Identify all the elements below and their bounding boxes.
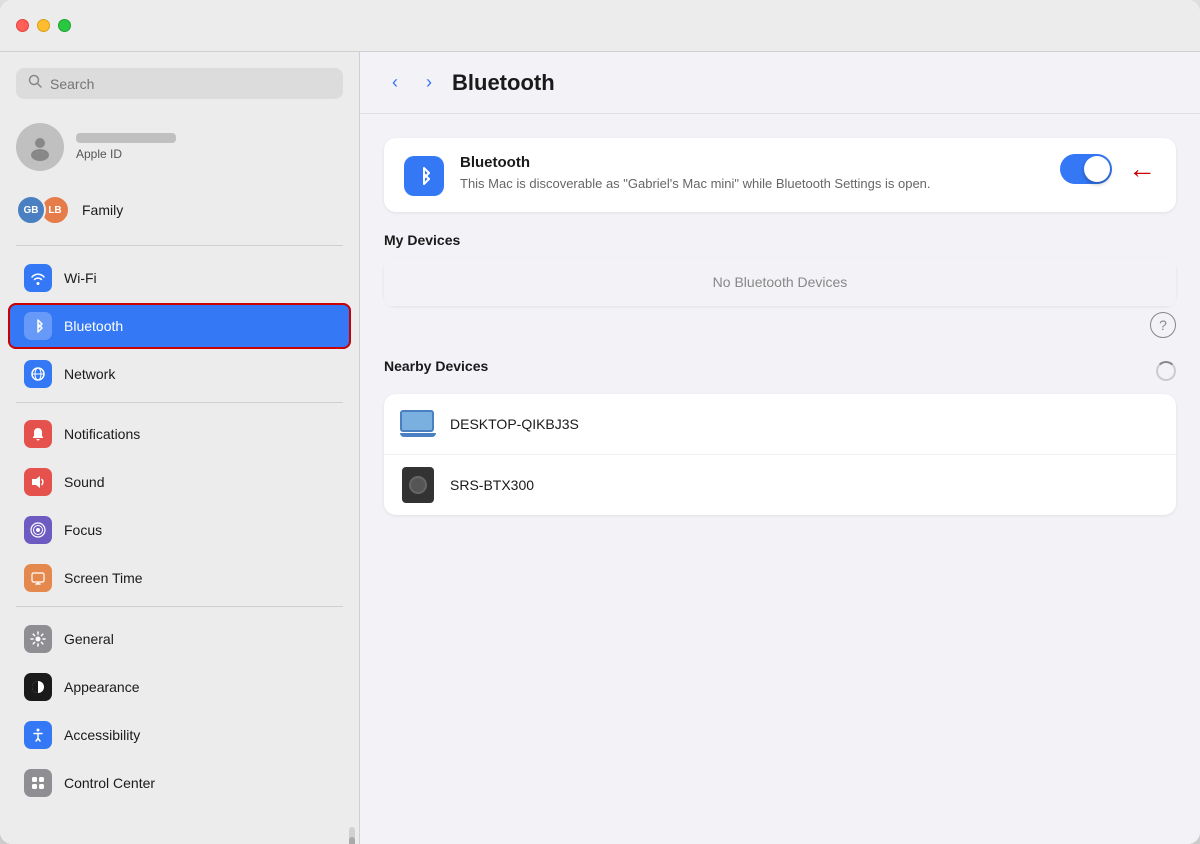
- wifi-icon: [24, 264, 52, 292]
- bluetooth-title: Bluetooth: [460, 154, 1044, 171]
- minimize-button[interactable]: [37, 19, 50, 32]
- content-area: Apple ID GB LB Family: [0, 52, 1200, 844]
- bluetooth-main-icon: [404, 156, 444, 196]
- toggle-knob: [1084, 156, 1110, 182]
- maximize-button[interactable]: [58, 19, 71, 32]
- sidebar-scrollbar[interactable]: [349, 827, 355, 844]
- sidebar-item-appearance-label: Appearance: [64, 679, 140, 695]
- user-info: Apple ID: [76, 133, 176, 161]
- forward-button[interactable]: ›: [418, 68, 440, 97]
- bluetooth-subtitle: This Mac is discoverable as "Gabriel's M…: [460, 175, 1044, 193]
- family-avatars: GB LB: [16, 195, 70, 225]
- bluetooth-icon: [24, 312, 52, 340]
- empty-devices-label: No Bluetooth Devices: [713, 274, 848, 290]
- accessibility-icon: [24, 721, 52, 749]
- sidebar-item-wifi-label: Wi-Fi: [64, 270, 97, 286]
- sidebar-divider: [16, 245, 343, 246]
- sidebar-item-family-label: Family: [82, 202, 123, 218]
- sidebar-item-screentime-label: Screen Time: [64, 570, 143, 586]
- traffic-lights: [16, 19, 71, 32]
- user-name-blur: [76, 133, 176, 143]
- sidebar-item-network[interactable]: Network: [8, 351, 351, 397]
- device-icon-laptop: [400, 406, 436, 442]
- main-body: Bluetooth This Mac is discoverable as "G…: [360, 114, 1200, 539]
- search-container: [0, 68, 359, 115]
- nearby-devices-title: Nearby Devices: [384, 358, 488, 374]
- controlcenter-icon: [24, 769, 52, 797]
- bluetooth-toggle-card: Bluetooth This Mac is discoverable as "G…: [384, 138, 1176, 212]
- my-devices-card: No Bluetooth Devices: [384, 258, 1176, 306]
- user-section[interactable]: Apple ID: [0, 115, 359, 187]
- sidebar-item-notifications[interactable]: Notifications: [8, 411, 351, 457]
- general-icon: [24, 625, 52, 653]
- sidebar-item-screentime[interactable]: Screen Time: [8, 555, 351, 601]
- main-header: ‹ › Bluetooth: [360, 52, 1200, 114]
- nearby-devices-header: Nearby Devices: [384, 358, 1176, 384]
- sidebar-item-accessibility[interactable]: Accessibility: [8, 712, 351, 758]
- sidebar-item-focus[interactable]: Focus: [8, 507, 351, 553]
- device-name-speaker: SRS-BTX300: [450, 477, 534, 493]
- sidebar-divider-2: [16, 402, 343, 403]
- sidebar-item-wifi[interactable]: Wi-Fi: [8, 255, 351, 301]
- sidebar-item-focus-label: Focus: [64, 522, 102, 538]
- app-window: Apple ID GB LB Family: [0, 0, 1200, 844]
- network-icon: [24, 360, 52, 388]
- my-devices-section: My Devices No Bluetooth Devices ?: [384, 232, 1176, 338]
- empty-devices-box: No Bluetooth Devices: [384, 258, 1176, 306]
- back-button[interactable]: ‹: [384, 68, 406, 97]
- sidebar-scrollbar-thumb[interactable]: [349, 837, 355, 844]
- sidebar-item-sound[interactable]: Sound: [8, 459, 351, 505]
- page-title: Bluetooth: [452, 70, 555, 96]
- avatar: [16, 123, 64, 171]
- sound-icon: [24, 468, 52, 496]
- user-apple-id-label: Apple ID: [76, 147, 176, 161]
- sidebar-item-accessibility-label: Accessibility: [64, 727, 140, 743]
- help-btn-row: ?: [384, 312, 1176, 338]
- bluetooth-toggle[interactable]: [1060, 154, 1112, 184]
- sidebar-item-general[interactable]: General: [8, 616, 351, 662]
- toggle-area: ←: [1060, 154, 1156, 184]
- device-row-desktop[interactable]: DESKTOP-QIKBJ3S: [384, 394, 1176, 455]
- device-name-desktop: DESKTOP-QIKBJ3S: [450, 416, 579, 432]
- family-avatar-1: GB: [16, 195, 46, 225]
- loading-spinner: [1156, 361, 1176, 381]
- notifications-icon: [24, 420, 52, 448]
- sidebar-item-general-label: General: [64, 631, 114, 647]
- appearance-icon: [24, 673, 52, 701]
- sidebar: Apple ID GB LB Family: [0, 52, 360, 844]
- my-devices-title: My Devices: [384, 232, 1176, 248]
- sidebar-item-bluetooth[interactable]: Bluetooth: [8, 303, 351, 349]
- sidebar-divider-3: [16, 606, 343, 607]
- sidebar-item-appearance[interactable]: Appearance: [8, 664, 351, 710]
- bluetooth-info: Bluetooth This Mac is discoverable as "G…: [460, 154, 1044, 193]
- help-button[interactable]: ?: [1150, 312, 1176, 338]
- focus-icon: [24, 516, 52, 544]
- sidebar-item-controlcenter-label: Control Center: [64, 775, 155, 791]
- close-button[interactable]: [16, 19, 29, 32]
- titlebar: [0, 0, 1200, 52]
- red-arrow-indicator: ←: [1128, 155, 1156, 183]
- sidebar-item-network-label: Network: [64, 366, 115, 382]
- search-icon: [28, 74, 42, 93]
- sidebar-item-notifications-label: Notifications: [64, 426, 140, 442]
- bluetooth-toggle-row: Bluetooth This Mac is discoverable as "G…: [404, 154, 1156, 196]
- nearby-devices-card: DESKTOP-QIKBJ3S SRS-BTX300: [384, 394, 1176, 515]
- sidebar-item-sound-label: Sound: [64, 474, 104, 490]
- device-icon-speaker: [400, 467, 436, 503]
- nearby-devices-section: Nearby Devices DESKTOP: [384, 358, 1176, 515]
- screentime-icon: [24, 564, 52, 592]
- sidebar-item-family[interactable]: GB LB Family: [0, 187, 359, 233]
- search-bar: [16, 68, 343, 99]
- search-input[interactable]: [50, 76, 331, 92]
- sidebar-item-controlcenter[interactable]: Control Center: [8, 760, 351, 806]
- sidebar-item-bluetooth-label: Bluetooth: [64, 318, 123, 334]
- main-content: ‹ › Bluetooth Bluetooth T: [360, 52, 1200, 844]
- device-row-speaker[interactable]: SRS-BTX300: [384, 455, 1176, 515]
